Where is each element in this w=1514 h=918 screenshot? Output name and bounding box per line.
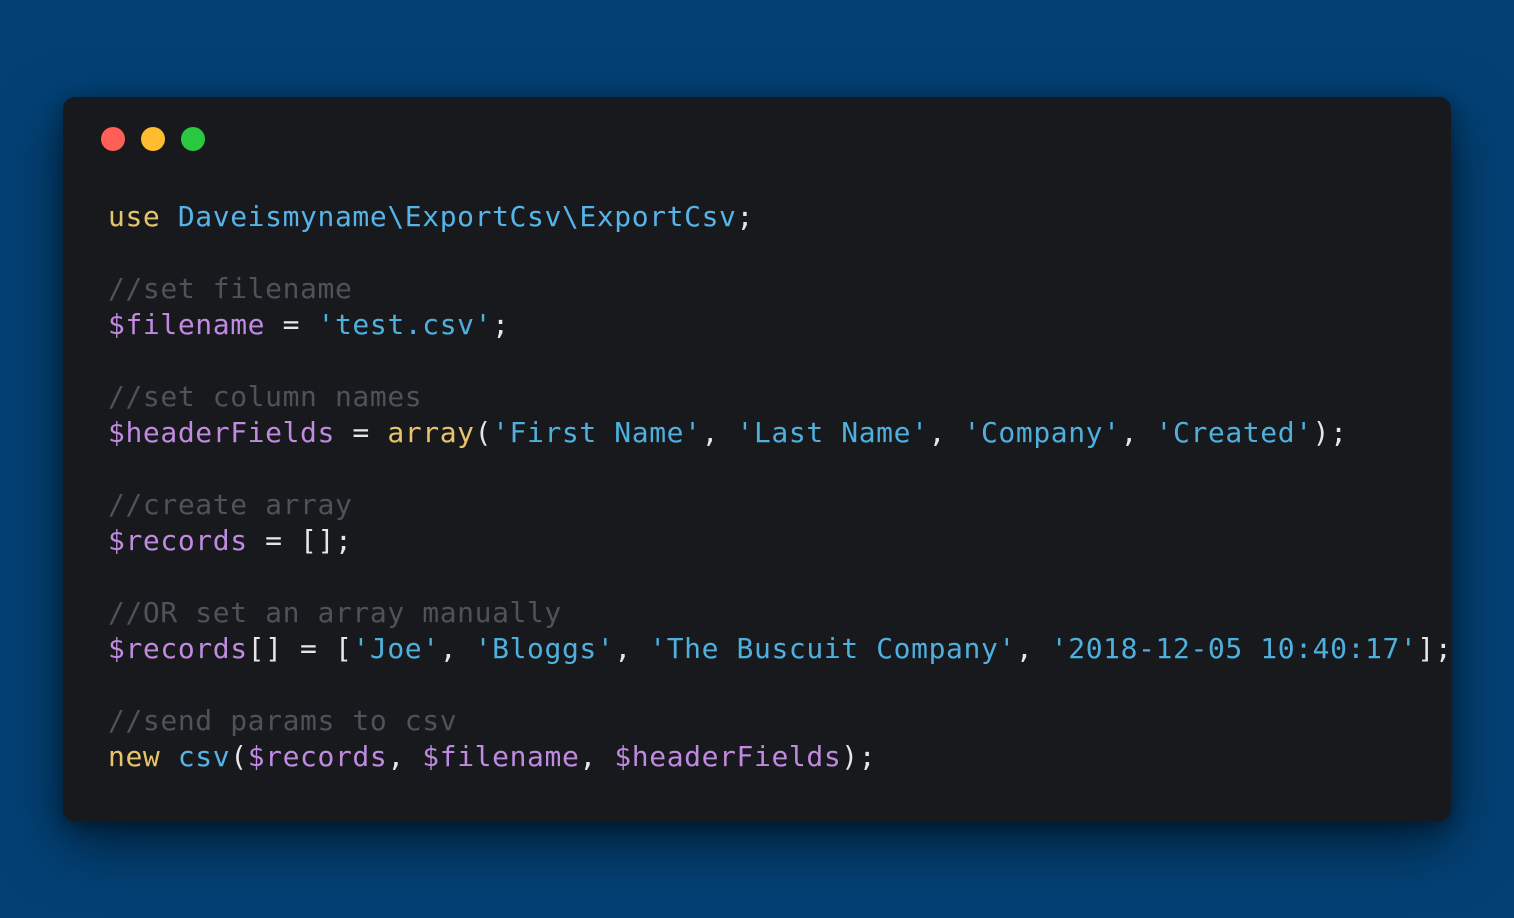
code-token: , [387, 740, 423, 773]
close-dot-icon[interactable] [101, 127, 125, 151]
code-token: new [108, 740, 161, 773]
code-line: ​ [108, 451, 1452, 487]
code-token: use [108, 200, 161, 233]
code-line: $filename = 'test.csv'; [108, 307, 1452, 343]
code-token: '2018-12-05 10:40:17' [1050, 632, 1418, 665]
code-token: $headerFields [108, 416, 335, 449]
code-token: $records [108, 632, 248, 665]
code-line: //send params to csv [108, 703, 1452, 739]
code-line: //set column names [108, 379, 1452, 415]
code-token: , [579, 740, 615, 773]
code-line: $headerFields = array('First Name', 'Las… [108, 415, 1452, 451]
code-token: 'Created' [1155, 416, 1313, 449]
code-token: [ [334, 632, 353, 665]
code-token: []; [300, 524, 353, 557]
code-token: , [614, 632, 650, 665]
code-token: [] [247, 632, 283, 665]
code-token: , [928, 416, 964, 449]
code-token: ); [841, 740, 877, 773]
code-token: , [439, 632, 475, 665]
code-token: ; [736, 200, 754, 233]
minimize-dot-icon[interactable] [141, 127, 165, 151]
code-line: //create array [108, 487, 1452, 523]
code-line: ​ [108, 235, 1452, 271]
code-token: , [1120, 416, 1156, 449]
code-line: $records = []; [108, 523, 1452, 559]
code-line: //set filename [108, 271, 1452, 307]
code-line: $records[] = ['Joe', 'Bloggs', 'The Busc… [108, 631, 1452, 667]
code-line: //OR set an array manually [108, 595, 1452, 631]
code-token: //set column names [108, 380, 423, 413]
code-token: ); [1312, 416, 1348, 449]
code-token: csv [177, 740, 231, 773]
code-token: , [701, 416, 737, 449]
code-token: $records [108, 524, 248, 557]
code-token: array [387, 416, 475, 449]
code-token: $filename [108, 308, 266, 341]
code-token: = [282, 632, 335, 665]
code-line: new csv($records, $filename, $headerFiel… [108, 739, 1452, 775]
code-token: = [247, 524, 301, 557]
code-block: use Daveismyname\ExportCsv\ExportCsv;​//… [108, 199, 1452, 775]
code-token: Daveismyname\ExportCsv\ExportCsv [177, 200, 737, 233]
code-window: use Daveismyname\ExportCsv\ExportCsv;​//… [63, 97, 1452, 821]
code-line: use Daveismyname\ExportCsv\ExportCsv; [108, 199, 1452, 235]
code-token: $headerFields [614, 740, 842, 773]
code-token: = [334, 416, 388, 449]
code-token: 'Last Name' [736, 416, 929, 449]
code-token: $filename [422, 740, 580, 773]
code-token: //create array [108, 488, 353, 521]
zoom-dot-icon[interactable] [181, 127, 205, 151]
code-token: , [1015, 632, 1051, 665]
code-token: ; [492, 308, 510, 341]
code-token: = [265, 308, 318, 341]
code-line: ​ [108, 343, 1452, 379]
code-token: //OR set an array manually [108, 596, 562, 629]
code-token: 'test.csv' [317, 308, 493, 341]
code-token: //set filename [108, 272, 353, 305]
code-token: ( [230, 740, 248, 773]
code-token: 'Company' [963, 416, 1121, 449]
code-line: ​ [108, 667, 1452, 703]
code-token: //send params to csv [108, 704, 458, 737]
code-token: 'Bloggs' [474, 632, 615, 665]
code-token: ]; [1417, 632, 1453, 665]
code-line: ​ [108, 559, 1452, 595]
code-token: 'Joe' [352, 632, 440, 665]
code-token: 'The Buscuit Company' [649, 632, 1016, 665]
code-token: 'First Name' [492, 416, 702, 449]
code-token: ( [474, 416, 493, 449]
code-token: $records [247, 740, 388, 773]
